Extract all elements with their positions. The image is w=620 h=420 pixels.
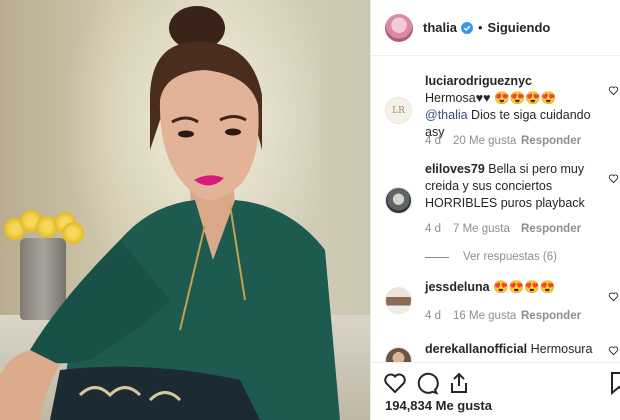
- replies-divider: [425, 256, 449, 258]
- heart-icon[interactable]: [608, 85, 619, 96]
- reply-button[interactable]: Responder: [521, 223, 581, 235]
- heart-icon[interactable]: [608, 291, 619, 302]
- comment-item: jessdeluna 😍😍😍😍 4 d 16 Me gusta Responde…: [385, 279, 620, 349]
- likes-count[interactable]: 194,834 Me gusta: [385, 398, 492, 413]
- heart-icon[interactable]: [383, 371, 407, 395]
- comment-username[interactable]: jessdeluna: [425, 280, 490, 294]
- comments-list[interactable]: LR luciarodrigueznyc Hermosa♥♥ 😍😍😍😍 @tha…: [371, 57, 620, 362]
- comment-item: eliloves79 Bella si pero muy creida y su…: [385, 161, 620, 271]
- comment-likes[interactable]: 16 Me gusta: [453, 310, 521, 322]
- woman-figure: [0, 6, 340, 420]
- comment-username[interactable]: derekallanofficial: [425, 342, 527, 356]
- comment-item: LR luciarodrigueznyc Hermosa♥♥ 😍😍😍😍 @tha…: [385, 73, 620, 163]
- comment-likes[interactable]: 20 Me gusta: [453, 135, 521, 147]
- comment-time[interactable]: 4 d: [425, 310, 453, 322]
- post-photo[interactable]: [0, 0, 370, 420]
- comment-meta: 4 d 16 Me gusta Responder: [425, 310, 581, 322]
- reply-button[interactable]: Responder: [521, 135, 581, 147]
- share-icon[interactable]: [447, 371, 471, 395]
- bookmark-icon[interactable]: [607, 371, 620, 395]
- post-sidebar: thalia • Siguiendo LR luciarodrigueznyc …: [370, 0, 620, 420]
- verified-badge-icon: [460, 21, 473, 34]
- comment-body: derekallanofficial Hermosura: [425, 341, 595, 358]
- comment-meta: 4 d 20 Me gusta Responder: [425, 135, 581, 147]
- commenter-avatar[interactable]: LR: [385, 97, 412, 124]
- reply-button[interactable]: Responder: [521, 310, 581, 322]
- comment-icon[interactable]: [415, 371, 439, 395]
- likes-label: Me gusta: [435, 398, 492, 413]
- comment-likes[interactable]: 7 Me gusta: [453, 223, 521, 235]
- commenter-avatar[interactable]: [385, 187, 412, 214]
- heart-icon[interactable]: [608, 345, 619, 356]
- comment-time[interactable]: 4 d: [425, 223, 453, 235]
- view-replies-label: Ver respuestas (6): [463, 251, 557, 263]
- post-header: thalia • Siguiendo: [371, 0, 620, 56]
- comment-item: derekallanofficial Hermosura: [385, 341, 620, 362]
- comment-time[interactable]: 4 d: [425, 135, 453, 147]
- comment-text: 😍😍😍😍: [489, 280, 556, 294]
- comment-username[interactable]: luciarodrigueznyc: [425, 74, 532, 88]
- comment-username[interactable]: eliloves79: [425, 162, 485, 176]
- comment-body: eliloves79 Bella si pero muy creida y su…: [425, 161, 595, 212]
- comment-body: jessdeluna 😍😍😍😍: [425, 279, 595, 296]
- author-username[interactable]: thalia: [423, 20, 457, 35]
- comment-meta: 4 d 7 Me gusta Responder: [425, 223, 581, 235]
- likes-number: 194,834: [385, 398, 432, 413]
- following-button[interactable]: Siguiendo: [488, 20, 551, 35]
- comment-body: luciarodrigueznyc Hermosa♥♥ 😍😍😍😍 @thalia…: [425, 73, 595, 141]
- view-replies-button[interactable]: Ver respuestas (6): [425, 251, 557, 263]
- heart-icon[interactable]: [608, 173, 619, 184]
- comment-text: Hermosura: [527, 342, 593, 356]
- mention-link[interactable]: @thalia: [425, 108, 468, 122]
- commenter-avatar[interactable]: [385, 347, 412, 362]
- separator-dot: •: [477, 20, 483, 35]
- commenter-avatar[interactable]: [385, 287, 412, 314]
- comment-text: Hermosa♥♥ 😍😍😍😍: [425, 91, 557, 105]
- author-avatar[interactable]: [385, 13, 413, 42]
